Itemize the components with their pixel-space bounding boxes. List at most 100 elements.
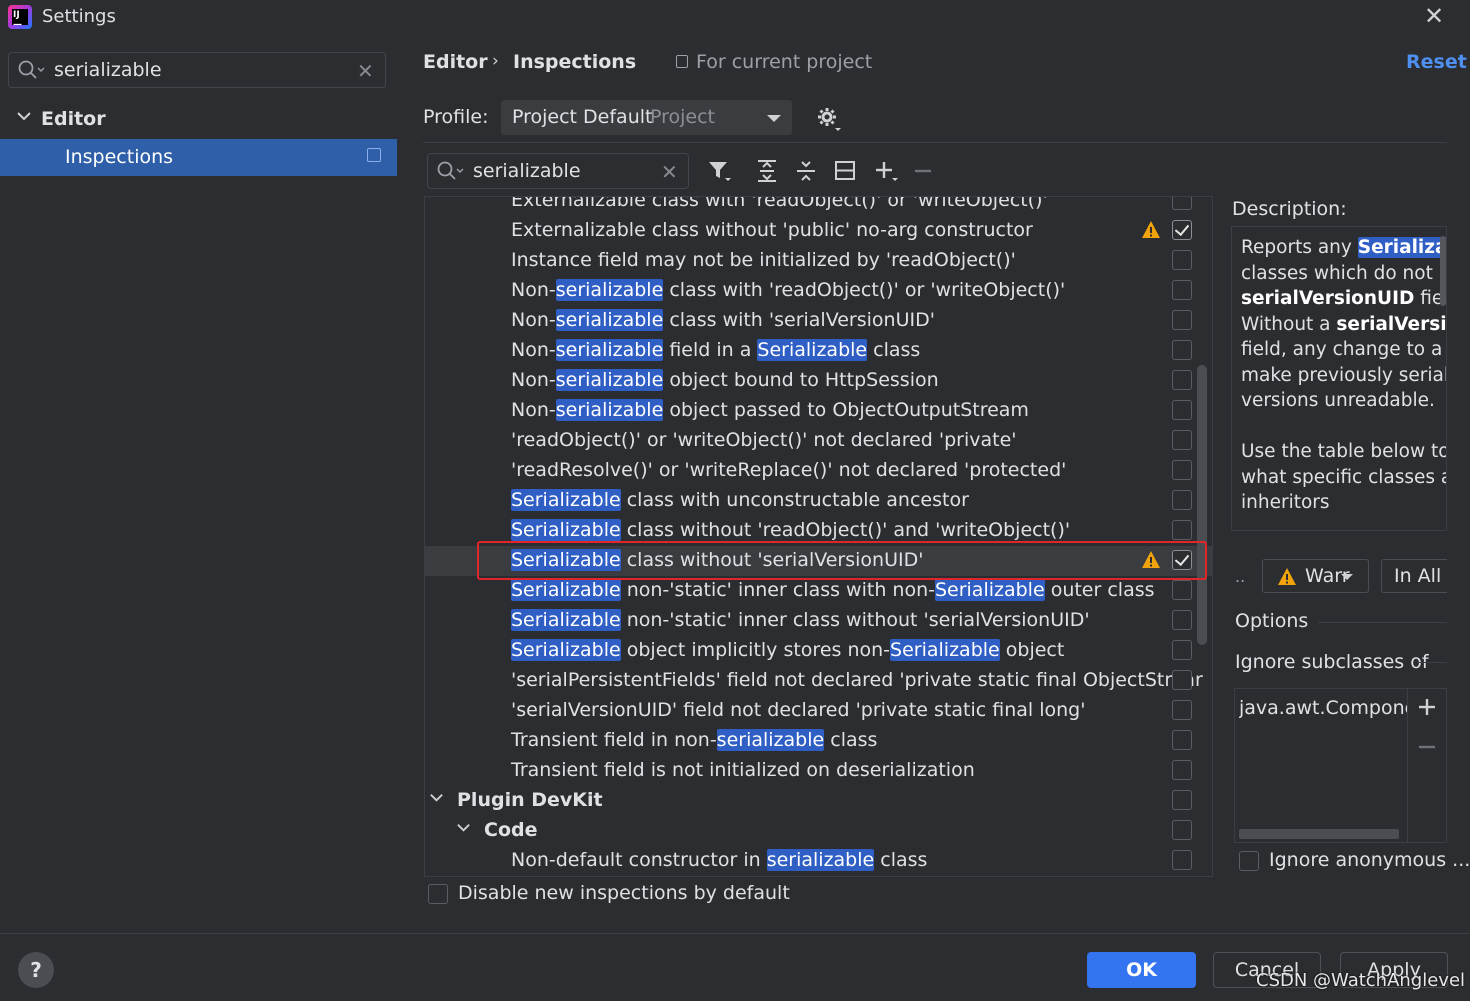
help-button[interactable]: ?	[18, 952, 54, 988]
scope-dropdown[interactable]: In All Scopes	[1381, 559, 1447, 593]
inspection-row[interactable]: Non-default constructor in serializable …	[425, 846, 1212, 876]
disable-new-inspections-checkbox[interactable]	[428, 884, 448, 904]
inspection-row[interactable]: Serializable class with unconstructable …	[425, 486, 1212, 516]
inspection-enabled-checkbox[interactable]	[1172, 610, 1192, 630]
inspection-enabled-checkbox[interactable]	[1172, 280, 1192, 300]
gear-icon[interactable]	[816, 106, 844, 138]
collapse-all-icon[interactable]	[794, 158, 818, 184]
label-text: object passed to ObjectOutputStream	[663, 399, 1029, 421]
inspection-label: 'readObject()' or 'writeObject()' not de…	[511, 429, 1017, 451]
profile-dropdown[interactable]: Project Default Project	[501, 100, 792, 135]
inspection-tree[interactable]: Externalizable class with 'readObject()'…	[424, 196, 1213, 877]
divider	[1417, 662, 1447, 663]
inspection-enabled-checkbox[interactable]	[1172, 520, 1192, 540]
inspection-enabled-checkbox[interactable]	[1172, 370, 1192, 390]
inspection-row[interactable]: Non-serializable class with 'serialVersi…	[425, 306, 1212, 336]
inspection-enabled-checkbox[interactable]	[1172, 197, 1192, 210]
title-bar: IJ — Settings ✕	[0, 0, 1470, 36]
ok-button[interactable]: OK	[1087, 952, 1196, 988]
label-text: Non-	[511, 309, 556, 331]
clear-filter-icon[interactable]: ✕	[661, 160, 678, 184]
inspection-enabled-checkbox[interactable]	[1172, 310, 1192, 330]
clear-search-icon[interactable]: ✕	[357, 59, 374, 83]
tree-item-inspections[interactable]: Inspections	[0, 139, 397, 176]
breadcrumb-editor[interactable]: Editor	[423, 51, 488, 73]
description-fragment: field, any change to a class will make p…	[1241, 339, 1446, 411]
label-text: Externalizable class without 'public' no…	[511, 219, 1033, 241]
inspection-row[interactable]: Instance field may not be initialized by…	[425, 246, 1212, 276]
inspection-row[interactable]: Serializable object implicitly stores no…	[425, 636, 1212, 666]
inspection-row[interactable]: 'readObject()' or 'writeObject()' not de…	[425, 426, 1212, 456]
tree-group-row[interactable]: Code	[425, 816, 1212, 846]
ignore-anonymous-checkbox[interactable]	[1239, 851, 1259, 871]
search-match-highlight: serializable	[555, 339, 664, 361]
label-text: 'readResolve()' or 'writeReplace()' not …	[511, 459, 1067, 481]
tree-item-editor[interactable]: Editor	[41, 108, 106, 130]
filter-icon[interactable]	[706, 158, 731, 184]
close-icon[interactable]: ✕	[1422, 4, 1446, 28]
inspection-enabled-checkbox[interactable]	[1172, 340, 1192, 360]
settings-search-input[interactable]: serializable ✕	[8, 52, 386, 88]
chevron-down-icon[interactable]	[456, 820, 471, 839]
inspection-enabled-checkbox[interactable]	[1172, 670, 1192, 690]
inspection-enabled-checkbox[interactable]	[1172, 460, 1192, 480]
chevron-down-icon[interactable]	[429, 790, 444, 809]
window-title: Settings	[42, 6, 116, 27]
inspection-enabled-checkbox[interactable]	[1172, 400, 1192, 420]
inspection-row[interactable]: 'serialVersionUID' field not declared 'p…	[425, 696, 1212, 726]
inspection-enabled-checkbox[interactable]	[1172, 730, 1192, 750]
inspection-label: Serializable class with unconstructable …	[511, 489, 969, 511]
severity-dropdown[interactable]: Warr	[1262, 559, 1369, 593]
inspection-row[interactable]: Externalizable class with 'readObject()'…	[425, 197, 1212, 216]
tree-group-row[interactable]: Plugin DevKit	[425, 786, 1212, 816]
inspection-row[interactable]: 'readResolve()' or 'writeReplace()' not …	[425, 456, 1212, 486]
inspection-row[interactable]: Serializable non-'static' inner class wi…	[425, 606, 1212, 636]
label-text: 'readObject()' or 'writeObject()' not de…	[511, 429, 1017, 451]
inspection-enabled-checkbox[interactable]	[1172, 820, 1192, 840]
chevron-down-icon[interactable]	[16, 108, 32, 128]
reset-link[interactable]: Reset	[1406, 51, 1467, 73]
more-options-dots[interactable]: ..	[1235, 567, 1245, 586]
profile-scope: Project	[650, 106, 716, 128]
search-match-highlight: serializable	[555, 369, 664, 391]
inspection-enabled-checkbox[interactable]	[1172, 640, 1192, 660]
inspection-enabled-checkbox[interactable]	[1172, 430, 1192, 450]
inspection-row[interactable]: Non-serializable object passed to Object…	[425, 396, 1212, 426]
inspection-filter-input[interactable]: serializable ✕	[427, 153, 689, 189]
expand-all-icon[interactable]	[755, 158, 779, 184]
inspection-enabled-checkbox[interactable]	[1172, 700, 1192, 720]
inspection-row[interactable]: Transient field is not initialized on de…	[425, 756, 1212, 786]
add-icon[interactable]	[1417, 695, 1437, 723]
remove-icon[interactable]	[911, 158, 935, 184]
horizontal-scrollbar[interactable]	[1239, 829, 1399, 839]
inspection-row[interactable]: Transient field in non-serializable clas…	[425, 726, 1212, 756]
list-scrollbar[interactable]	[1197, 365, 1207, 645]
inspection-row[interactable]: Externalizable class without 'public' no…	[425, 216, 1212, 246]
label-text: Non-	[511, 399, 556, 421]
remove-icon[interactable]	[1417, 735, 1437, 763]
description-fragment: Use the table below to specify what spec…	[1241, 441, 1446, 513]
inspection-row[interactable]: Non-serializable object bound to HttpSes…	[425, 366, 1212, 396]
ignore-subclasses-list[interactable]: java.awt.Component	[1234, 688, 1447, 843]
inspection-enabled-checkbox[interactable]	[1172, 760, 1192, 780]
inspection-enabled-checkbox[interactable]	[1172, 850, 1192, 870]
inspection-enabled-checkbox[interactable]	[1172, 250, 1192, 270]
inspection-enabled-checkbox[interactable]	[1172, 580, 1192, 600]
search-match-highlight: serializable	[555, 279, 664, 301]
inspection-enabled-checkbox[interactable]	[1172, 790, 1192, 810]
inspection-row[interactable]: Serializable non-'static' inner class wi…	[425, 576, 1212, 606]
inspection-label: Serializable class without 'readObject()…	[511, 519, 1070, 541]
description-panel: Reports any Serializable classes which d…	[1231, 226, 1447, 531]
description-scrollbar[interactable]	[1440, 236, 1446, 306]
inspection-label: Plugin DevKit	[457, 789, 603, 811]
add-icon[interactable]	[873, 158, 898, 184]
search-match-highlight: serializable	[716, 729, 825, 751]
inspection-row[interactable]: Non-serializable field in a Serializable…	[425, 336, 1212, 366]
inspection-enabled-checkbox[interactable]	[1172, 220, 1192, 240]
reset-to-default-icon[interactable]	[833, 158, 857, 184]
list-item[interactable]: java.awt.Component	[1239, 697, 1407, 719]
inspection-row[interactable]: 'serialPersistentFields' field not decla…	[425, 666, 1212, 696]
inspection-row[interactable]: Non-serializable class with 'readObject(…	[425, 276, 1212, 306]
description-title: Description:	[1232, 198, 1347, 220]
inspection-enabled-checkbox[interactable]	[1172, 490, 1192, 510]
